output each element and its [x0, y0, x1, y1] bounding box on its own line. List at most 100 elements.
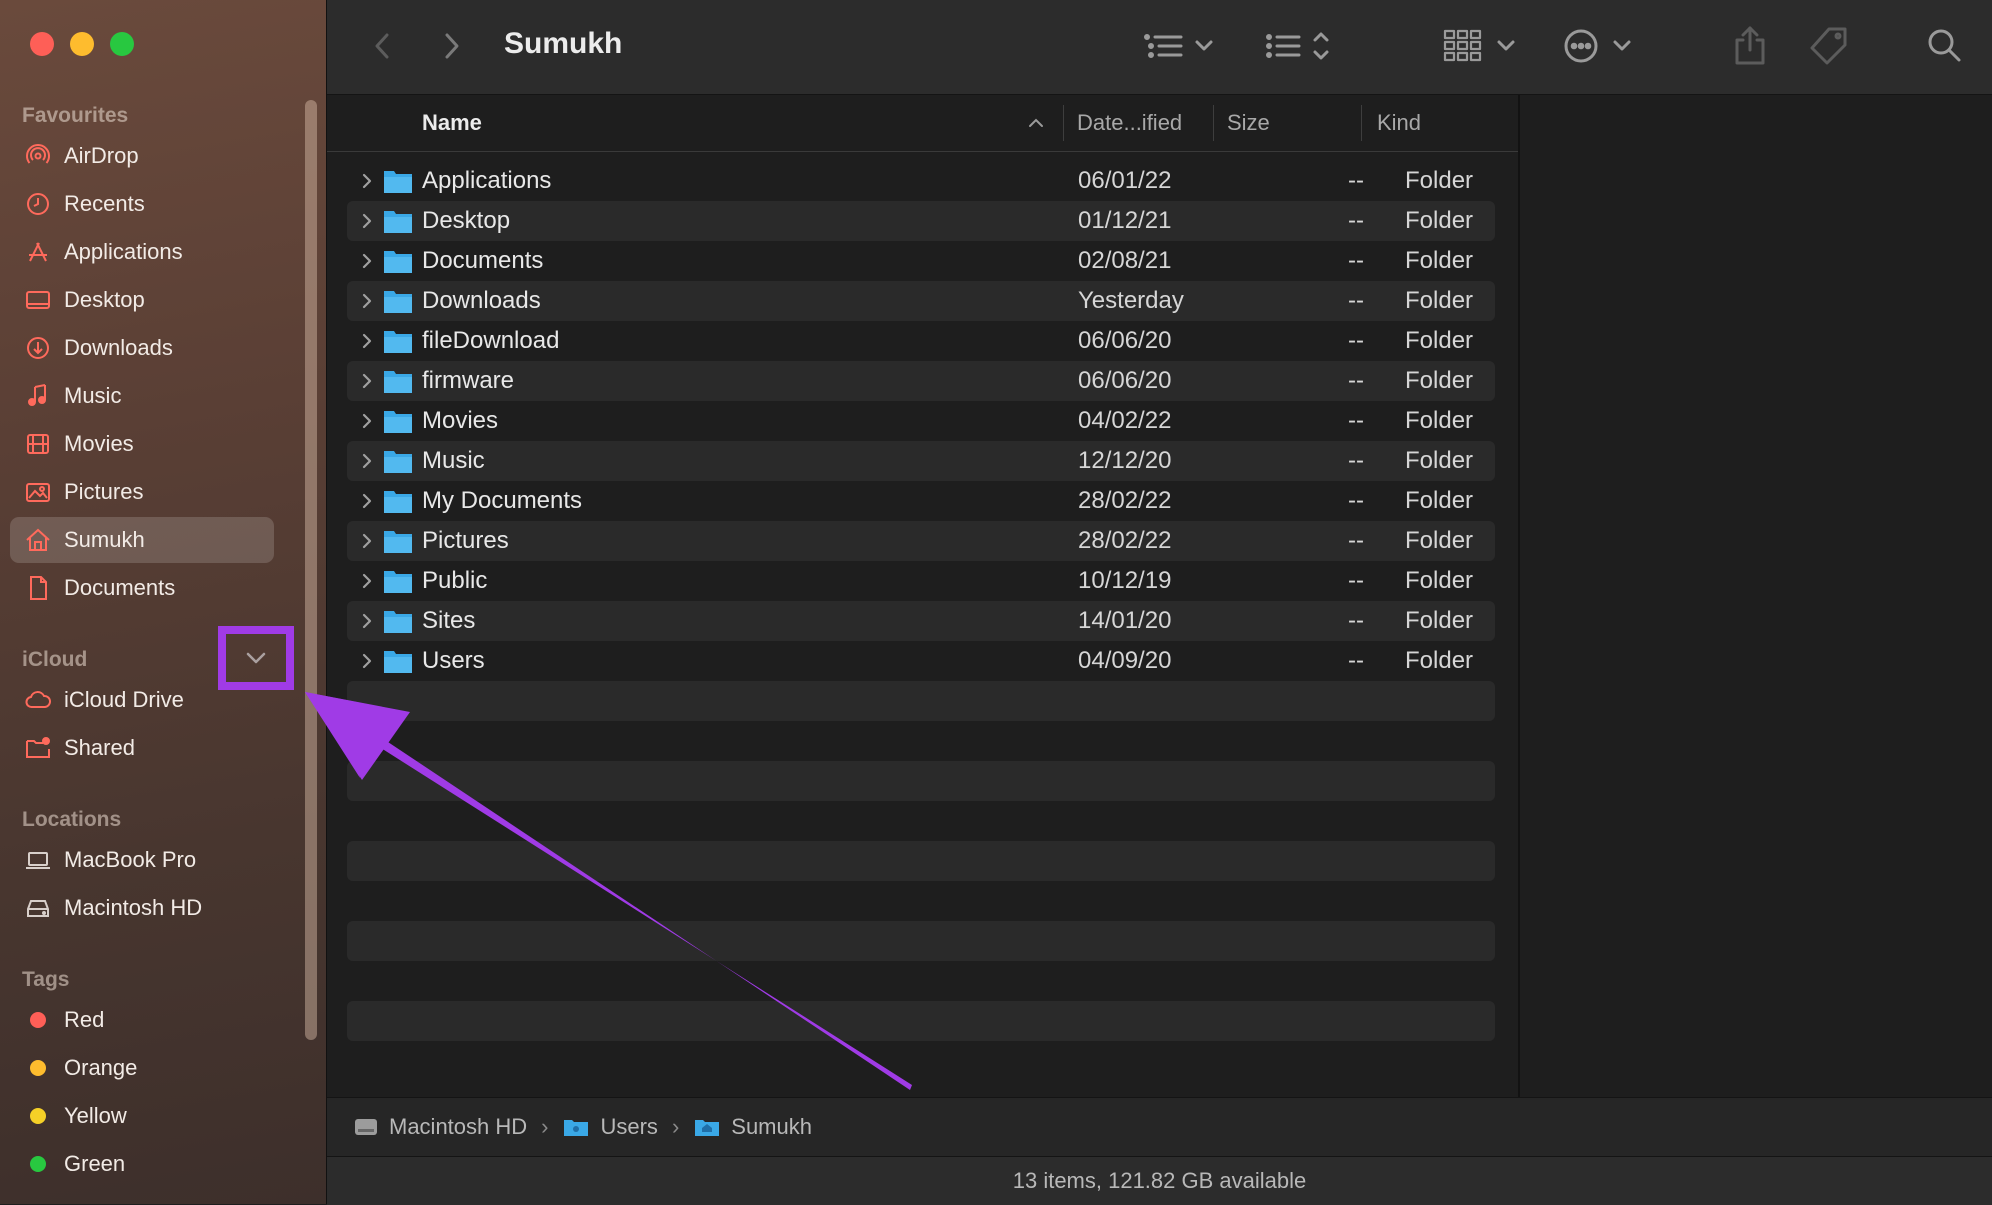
- disk-icon: [355, 1119, 377, 1135]
- table-row[interactable]: Pictures 28/02/22 -- Folder: [347, 521, 1495, 561]
- sidebar-item-label: Downloads: [64, 335, 173, 360]
- table-row[interactable]: Music 12/12/20 -- Folder: [347, 441, 1495, 481]
- sidebar-item-desktop[interactable]: Desktop: [10, 277, 274, 323]
- sidebar-scrollbar[interactable]: [305, 100, 317, 1040]
- disclosure-chevron-icon[interactable]: [357, 531, 377, 551]
- table-row[interactable]: fileDownload 06/06/20 -- Folder: [347, 321, 1495, 361]
- sidebar-item-airdrop[interactable]: AirDrop: [10, 133, 274, 179]
- disclosure-chevron-icon[interactable]: [357, 171, 377, 191]
- sidebar-tag-orange[interactable]: Orange: [10, 1045, 274, 1091]
- zoom-window-button[interactable]: [110, 32, 134, 56]
- sidebar-item-icloud-drive[interactable]: iCloud Drive: [10, 677, 274, 723]
- disclosure-chevron-icon[interactable]: [357, 251, 377, 271]
- folder-icon: [384, 491, 412, 513]
- column-header: Name Date...ified Size Kind: [327, 95, 1518, 152]
- table-row[interactable]: Applications 06/01/22 -- Folder: [347, 161, 1495, 201]
- photo-icon: [24, 478, 52, 506]
- file-name: Movies: [422, 407, 499, 434]
- sidebar-item-shared[interactable]: Shared: [10, 725, 274, 771]
- folder-icon: [384, 651, 412, 673]
- disclosure-chevron-icon[interactable]: [357, 371, 377, 391]
- column-name[interactable]: Name: [422, 95, 482, 151]
- applications-icon: [24, 238, 52, 266]
- airdrop-icon: [24, 142, 52, 170]
- column-kind[interactable]: Kind: [1377, 95, 1421, 151]
- file-date-modified: 01/12/21: [1078, 207, 1172, 234]
- file-kind: Folder: [1405, 647, 1474, 674]
- file-name: Public: [422, 567, 488, 594]
- forward-button[interactable]: [437, 22, 467, 70]
- group-view-button[interactable]: [1443, 22, 1523, 70]
- sidebar-item-sumukh[interactable]: Sumukh: [10, 517, 274, 563]
- sidebar-item-pictures[interactable]: Pictures: [10, 469, 274, 515]
- sidebar-item-documents[interactable]: Documents: [10, 565, 274, 611]
- minimize-window-button[interactable]: [70, 32, 94, 56]
- file-date-modified: 28/02/22: [1078, 487, 1172, 514]
- path-item-macintosh-hd[interactable]: Macintosh HD: [353, 1114, 527, 1140]
- file-date-modified: Yesterday: [1078, 287, 1184, 314]
- sidebar-item-movies[interactable]: Movies: [10, 421, 274, 467]
- column-date-modified[interactable]: Date...ified: [1077, 95, 1182, 151]
- path-item-users[interactable]: Users: [562, 1114, 658, 1140]
- sidebar-item-macbook-pro[interactable]: MacBook Pro: [10, 837, 274, 883]
- disclosure-chevron-icon[interactable]: [357, 651, 377, 671]
- sidebar-item-recents[interactable]: Recents: [10, 181, 274, 227]
- sort-icon: [1266, 32, 1329, 60]
- tag-button[interactable]: [1809, 22, 1849, 70]
- share-button[interactable]: [1733, 22, 1767, 70]
- file-name: Desktop: [422, 207, 511, 234]
- disclosure-chevron-icon[interactable]: [357, 211, 377, 231]
- home-icon: [24, 526, 52, 554]
- disclosure-chevron-icon[interactable]: [357, 411, 377, 431]
- path-item-sumukh[interactable]: Sumukh: [693, 1114, 812, 1140]
- sidebar-item-downloads[interactable]: Downloads: [10, 325, 274, 371]
- table-row[interactable]: My Documents 28/02/22 -- Folder: [347, 481, 1495, 521]
- disclosure-chevron-icon[interactable]: [357, 491, 377, 511]
- sidebar-item-label: Documents: [64, 575, 176, 600]
- sidebar-item-label: Shared: [64, 735, 135, 760]
- disclosure-chevron-icon[interactable]: [357, 331, 377, 351]
- table-row[interactable]: Desktop 01/12/21 -- Folder: [347, 201, 1495, 241]
- file-size: --: [1348, 287, 1364, 314]
- sidebar-item-music[interactable]: Music: [10, 373, 274, 419]
- table-row[interactable]: Users 04/09/20 -- Folder: [347, 641, 1495, 681]
- disclosure-chevron-icon[interactable]: [357, 611, 377, 631]
- disclosure-chevron-icon[interactable]: [357, 451, 377, 471]
- sidebar-item-label: Music: [64, 383, 122, 408]
- table-row[interactable]: Public 10/12/19 -- Folder: [347, 561, 1495, 601]
- file-size: --: [1348, 407, 1364, 434]
- file-date-modified: 28/02/22: [1078, 527, 1172, 554]
- table-row[interactable]: Movies 04/02/22 -- Folder: [347, 401, 1495, 441]
- file-size: --: [1348, 487, 1364, 514]
- file-size: --: [1348, 447, 1364, 474]
- file-size: --: [1348, 607, 1364, 634]
- search-button[interactable]: [1925, 22, 1965, 70]
- file-kind: Folder: [1405, 567, 1474, 594]
- file-size: --: [1348, 367, 1364, 394]
- file-date-modified: 04/09/20: [1078, 647, 1172, 674]
- folder-icon: [384, 531, 412, 553]
- back-button[interactable]: [367, 22, 397, 70]
- sidebar-item-applications[interactable]: Applications: [10, 229, 274, 275]
- file-kind: Folder: [1405, 327, 1474, 354]
- table-row[interactable]: Documents 02/08/21 -- Folder: [347, 241, 1495, 281]
- group-sort-button[interactable]: [1265, 22, 1335, 70]
- file-date-modified: 10/12/19: [1078, 567, 1172, 594]
- disclosure-chevron-icon[interactable]: [357, 571, 377, 591]
- sidebar-item-macintosh-hd[interactable]: Macintosh HD: [10, 885, 274, 931]
- action-menu-button[interactable]: [1563, 22, 1639, 70]
- file-name: Music: [422, 447, 485, 474]
- sidebar-item-label: Movies: [64, 431, 134, 456]
- sidebar-tag-yellow[interactable]: Yellow: [10, 1093, 274, 1139]
- table-row[interactable]: Sites 14/01/20 -- Folder: [347, 601, 1495, 641]
- close-window-button[interactable]: [30, 32, 54, 56]
- sidebar-tag-green[interactable]: Green: [10, 1141, 274, 1187]
- sidebar-tag-red[interactable]: Red: [10, 997, 274, 1043]
- sidebar-item-label: AirDrop: [64, 143, 139, 168]
- table-row[interactable]: Downloads Yesterday -- Folder: [347, 281, 1495, 321]
- disclosure-chevron-icon[interactable]: [357, 291, 377, 311]
- column-size[interactable]: Size: [1227, 95, 1270, 151]
- table-row[interactable]: firmware 06/06/20 -- Folder: [347, 361, 1495, 401]
- view-options-button[interactable]: [1141, 22, 1221, 70]
- sidebar-item-label: Macintosh HD: [64, 895, 203, 920]
